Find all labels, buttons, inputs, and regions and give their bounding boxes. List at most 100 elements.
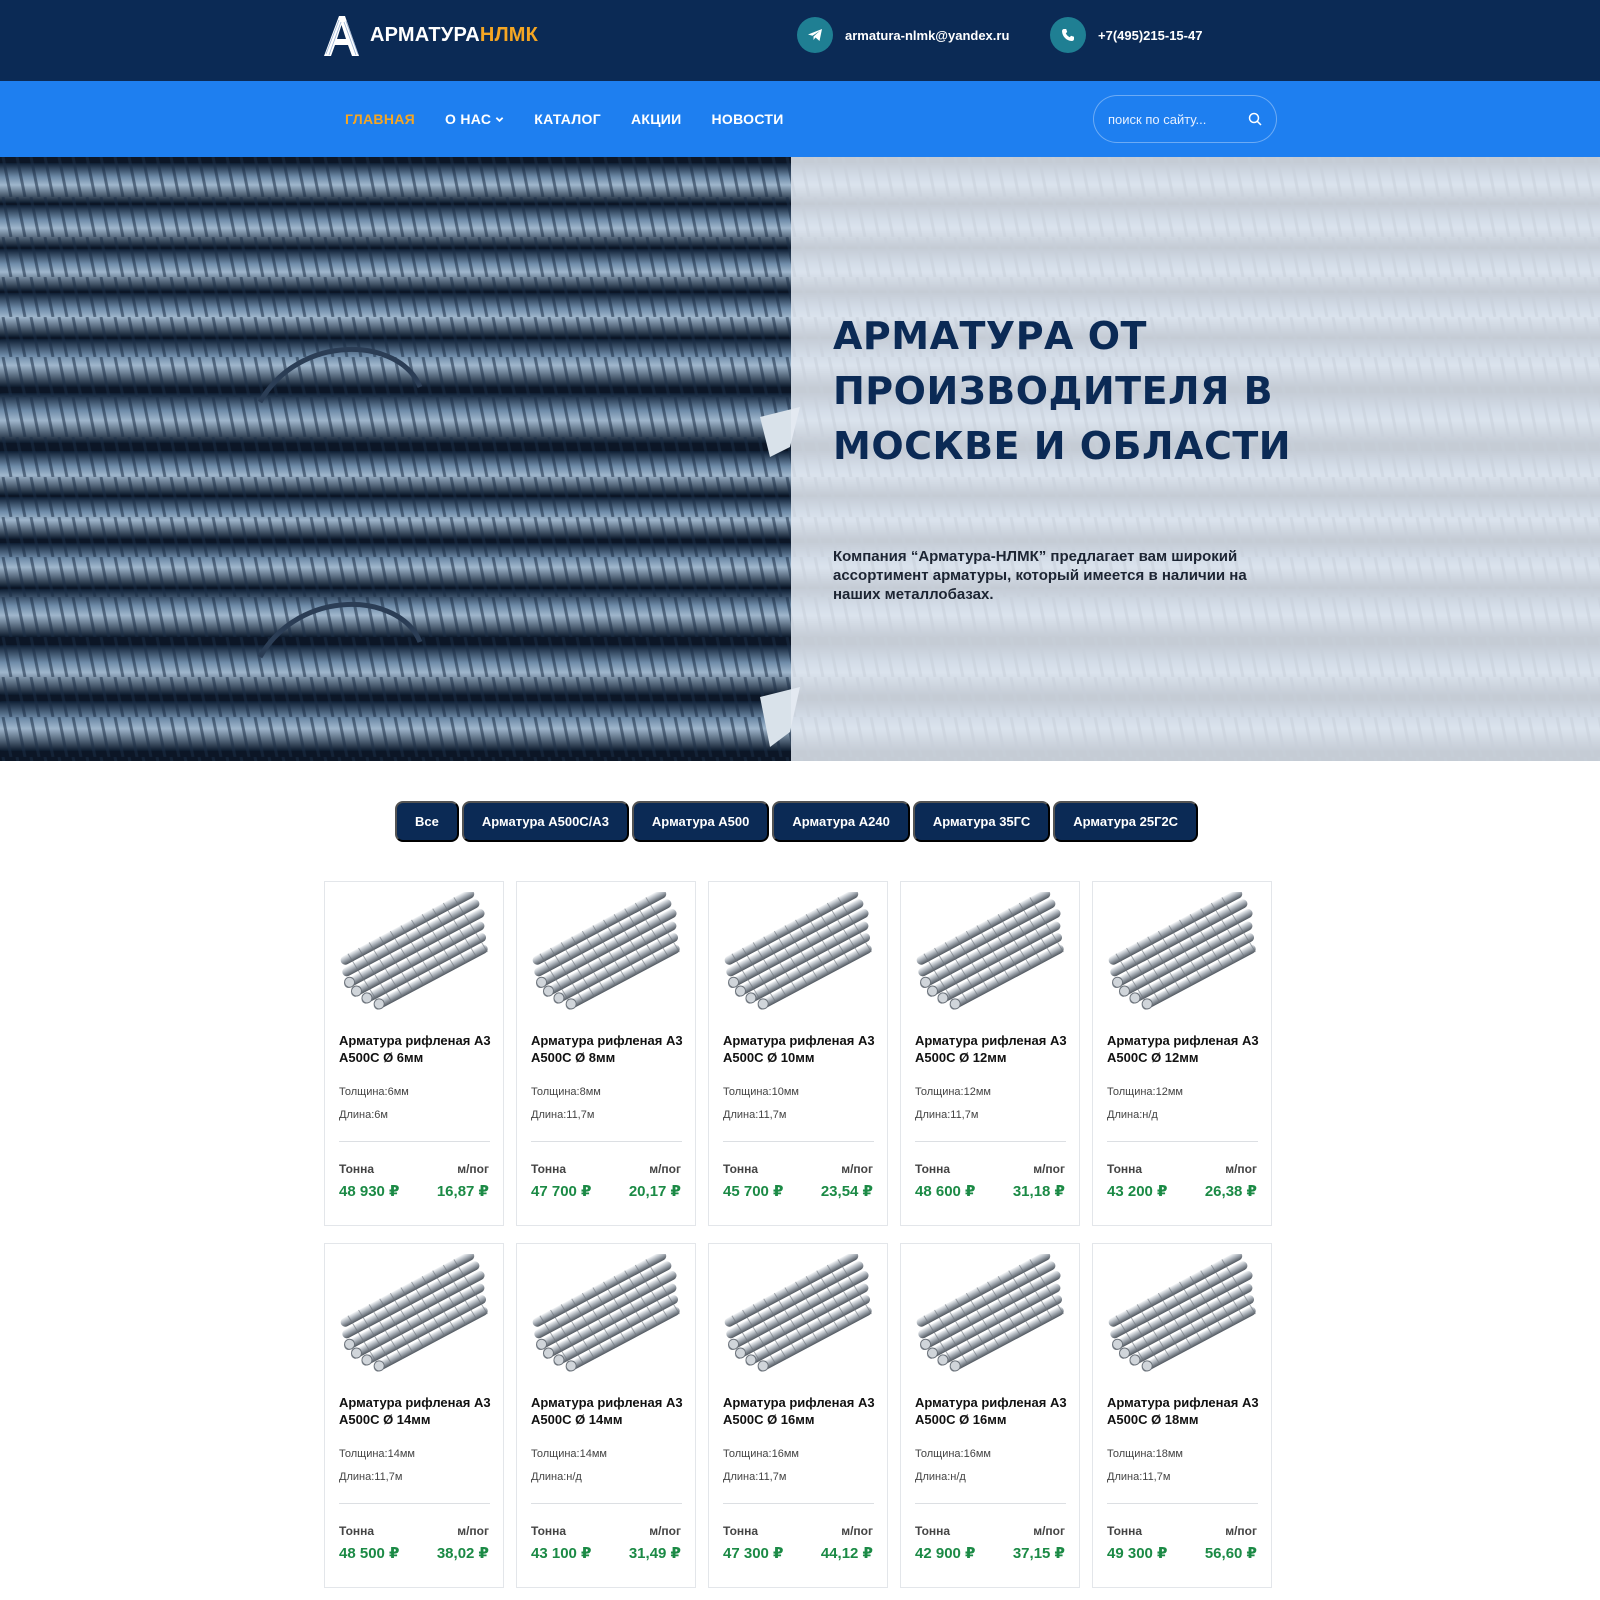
product-title[interactable]: Арматура рифленая А3 А500С Ø 16мм <box>723 1394 878 1428</box>
main-navbar: ГЛАВНАЯ О НАС КАТАЛОГ АКЦИИ НОВОСТИ <box>0 81 1600 157</box>
price-per-ton: 49 300 ₽ <box>1107 1545 1168 1562</box>
product-card[interactable]: Арматура рифленая А3 А500С Ø 16мм Толщин… <box>708 1243 888 1588</box>
nav-item-news[interactable]: НОВОСТИ <box>711 111 783 127</box>
price-label-meter: м/пог <box>1033 1524 1065 1538</box>
price-label-meter: м/пог <box>841 1162 873 1176</box>
phone-icon <box>1050 17 1086 53</box>
card-divider <box>915 1503 1066 1504</box>
product-card[interactable]: Арматура рифленая А3 А500С Ø 14мм Толщин… <box>324 1243 504 1588</box>
nav-item-label: АКЦИИ <box>630 111 682 127</box>
product-title[interactable]: Арматура рифленая А3 А500С Ø 10мм <box>723 1032 878 1066</box>
card-divider <box>723 1141 874 1142</box>
site-logo[interactable]: АРМАТУРАНЛМК <box>320 12 538 58</box>
rebar-bundle-image <box>527 892 687 1012</box>
product-title[interactable]: Арматура рифленая А3 А500С Ø 8мм <box>531 1032 686 1066</box>
hero-description: Компания “Арматура-НЛМК” предлагает вам … <box>833 548 1247 603</box>
filter-all[interactable]: Все <box>395 801 459 842</box>
product-length: Длина:11,7м <box>339 1471 403 1483</box>
rebar-bundle-image <box>719 1254 879 1374</box>
rebar-bundle-image <box>719 892 879 1012</box>
price-per-ton: 47 300 ₽ <box>723 1545 784 1562</box>
logo-text-main: АРМАТУРА <box>370 23 480 46</box>
product-title[interactable]: Арматура рифленая А3 А500С Ø 12мм <box>1107 1032 1262 1066</box>
price-per-meter: 56,60 ₽ <box>1204 1545 1257 1562</box>
price-label-ton: Тонна <box>723 1524 759 1538</box>
card-divider <box>915 1141 1066 1142</box>
product-length: Длина:н/д <box>1107 1109 1158 1121</box>
price-label-ton: Тонна <box>531 1524 567 1538</box>
price-label-meter: м/пог <box>649 1524 681 1538</box>
rebar-bundle-image <box>1103 892 1263 1012</box>
rebar-bundle-image <box>335 1254 495 1374</box>
filter-25g2s[interactable]: Арматура 25Г2С <box>1053 801 1199 842</box>
product-grid: Арматура рифленая А3 А500С Ø 6мм Толщина… <box>324 881 1272 1588</box>
card-divider <box>723 1503 874 1504</box>
product-length: Длина:6м <box>339 1109 388 1121</box>
chevron-down-icon <box>495 116 504 122</box>
product-thickness: Толщина:14мм <box>339 1448 415 1460</box>
price-per-ton: 48 600 ₽ <box>915 1183 976 1200</box>
rebar-bundle-image <box>335 892 495 1012</box>
price-per-ton: 48 500 ₽ <box>339 1545 400 1562</box>
product-thickness: Толщина:12мм <box>1107 1086 1183 1098</box>
hero-banner: АРМАТУРА ОТ ПРОИЗВОДИТЕЛЯ В МОСКВЕ И ОБЛ… <box>0 157 1600 761</box>
category-filters: Все Арматура А500С/А3 Арматура А500 Арма… <box>395 801 1199 842</box>
price-per-ton: 48 930 ₽ <box>339 1183 400 1200</box>
product-length: Длина:11,7м <box>1107 1471 1171 1483</box>
product-card[interactable]: Арматура рифленая А3 А500С Ø 16мм Толщин… <box>900 1243 1080 1588</box>
contact-email[interactable]: armatura-nlmk@yandex.ru <box>797 17 1009 53</box>
card-divider <box>531 1503 682 1504</box>
nav-item-promotions[interactable]: АКЦИИ <box>631 111 682 127</box>
product-length: Длина:н/д <box>531 1471 582 1483</box>
contact-phone[interactable]: +7(495)215-15-47 <box>1050 17 1202 53</box>
search-input[interactable] <box>1108 111 1238 127</box>
price-per-meter: 23,54 ₽ <box>820 1183 873 1200</box>
logo-text-accent: НЛМК <box>479 23 539 46</box>
filter-35gs[interactable]: Арматура 35ГС <box>912 801 1051 842</box>
product-title[interactable]: Арматура рифленая А3 А500С Ø 12мм <box>915 1032 1070 1066</box>
card-divider <box>531 1141 682 1142</box>
product-card[interactable]: Арматура рифленая А3 А500С Ø 14мм Толщин… <box>516 1243 696 1588</box>
search-icon[interactable] <box>1248 112 1262 126</box>
product-title[interactable]: Арматура рифленая А3 А500С Ø 14мм <box>339 1394 494 1428</box>
price-label-ton: Тонна <box>339 1524 375 1538</box>
product-thickness: Толщина:16мм <box>915 1448 991 1460</box>
nav-item-label: НОВОСТИ <box>711 111 784 127</box>
nav-item-about[interactable]: О НАС <box>445 111 504 127</box>
rebar-bundle-image <box>911 892 1071 1012</box>
price-per-meter: 38,02 ₽ <box>436 1545 489 1562</box>
email-link[interactable]: armatura-nlmk@yandex.ru <box>845 28 1009 43</box>
filter-a240[interactable]: Арматура А240 <box>772 801 910 842</box>
price-label-meter: м/пог <box>1225 1524 1257 1538</box>
product-thickness: Толщина:6мм <box>339 1086 409 1098</box>
price-label-ton: Тонна <box>915 1524 951 1538</box>
product-title[interactable]: Арматура рифленая А3 А500С Ø 14мм <box>531 1394 686 1428</box>
product-card[interactable]: Арматура рифленая А3 А500С Ø 12мм Толщин… <box>900 881 1080 1226</box>
product-card[interactable]: Арматура рифленая А3 А500С Ø 12мм Толщин… <box>1092 881 1272 1226</box>
product-title[interactable]: Арматура рифленая А3 А500С Ø 18мм <box>1107 1394 1262 1428</box>
price-label-meter: м/пог <box>1225 1162 1257 1176</box>
nav-item-catalog[interactable]: КАТАЛОГ <box>534 111 601 127</box>
price-per-ton: 43 200 ₽ <box>1107 1183 1168 1200</box>
product-card[interactable]: Арматура рифленая А3 А500С Ø 18мм Толщин… <box>1092 1243 1272 1588</box>
filter-a500[interactable]: Арматура А500 <box>631 801 770 842</box>
product-title[interactable]: Арматура рифленая А3 А500С Ø 6мм <box>339 1032 494 1066</box>
product-thickness: Толщина:12мм <box>915 1086 991 1098</box>
product-length: Длина:11,7м <box>915 1109 979 1121</box>
product-title[interactable]: Арматура рифленая А3 А500С Ø 16мм <box>915 1394 1070 1428</box>
hero-title: АРМАТУРА ОТ ПРОИЗВОДИТЕЛЯ В МОСКВЕ И ОБЛ… <box>833 314 1292 468</box>
nav-item-label: ГЛАВНАЯ <box>345 111 416 127</box>
product-card[interactable]: Арматура рифленая А3 А500С Ø 8мм Толщина… <box>516 881 696 1226</box>
price-label-ton: Тонна <box>339 1162 375 1176</box>
rebar-bundle-image <box>911 1254 1071 1374</box>
product-card[interactable]: Арматура рифленая А3 А500С Ø 10мм Толщин… <box>708 881 888 1226</box>
filter-a500c-a3[interactable]: Арматура А500С/А3 <box>461 801 629 842</box>
price-per-ton: 42 900 ₽ <box>915 1545 976 1562</box>
product-card[interactable]: Арматура рифленая А3 А500С Ø 6мм Толщина… <box>324 881 504 1226</box>
phone-link[interactable]: +7(495)215-15-47 <box>1098 28 1202 43</box>
price-label-ton: Тонна <box>1107 1162 1143 1176</box>
price-per-meter: 20,17 ₽ <box>628 1183 681 1200</box>
nav-item-home[interactable]: ГЛАВНАЯ <box>345 111 415 127</box>
card-divider <box>1107 1141 1258 1142</box>
price-per-meter: 31,49 ₽ <box>628 1545 681 1562</box>
